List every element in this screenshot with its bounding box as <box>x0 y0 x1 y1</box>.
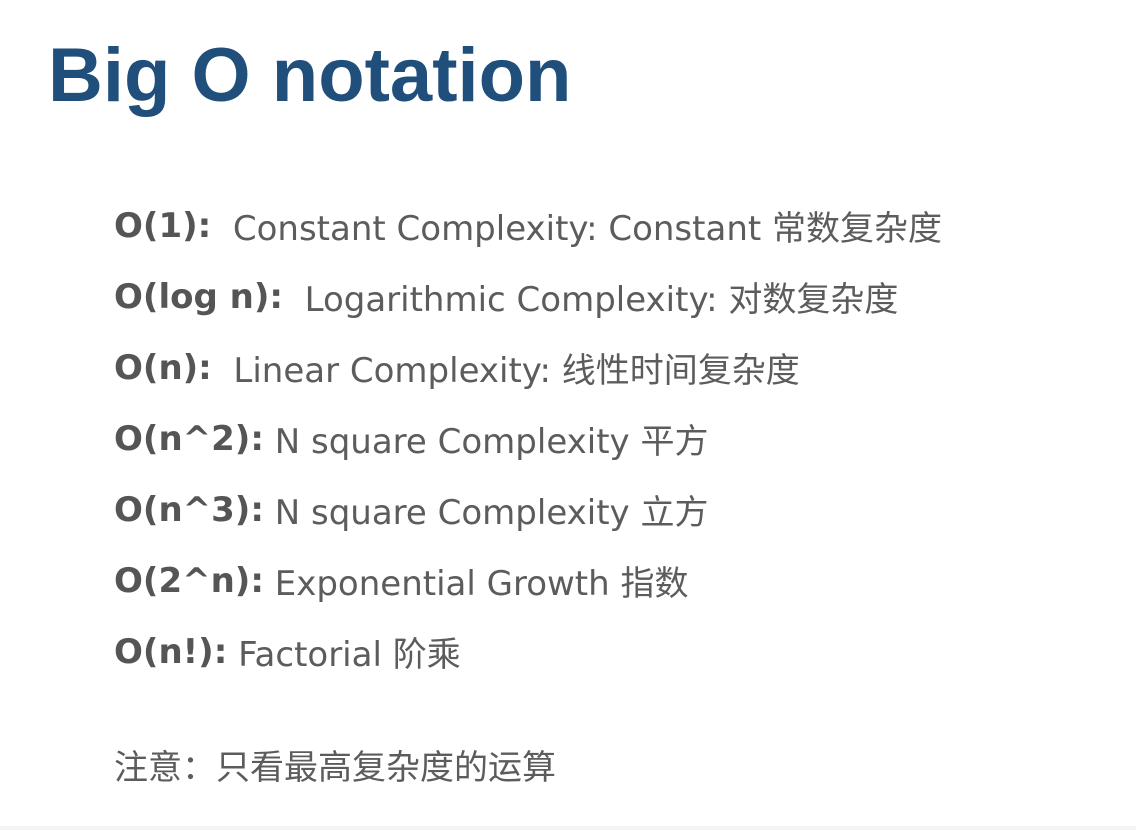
complexity-item-exponential: O(2^n): Exponential Growth 指数 <box>114 545 942 616</box>
complexity-notation: O(log n): <box>114 276 283 317</box>
complexity-description: Constant Complexity: Constant 常数复杂度 <box>211 209 943 249</box>
slide-title: Big O notation <box>48 33 572 118</box>
complexity-notation: O(2^n): <box>114 560 264 601</box>
complexity-item-linear: O(n): Linear Complexity: 线性时间复杂度 <box>114 332 942 403</box>
complexity-notation: O(n): <box>114 347 212 388</box>
complexity-item-square: O(n^2): N square Complexity 平方 <box>114 403 942 474</box>
complexity-description: N square Complexity 平方 <box>263 422 709 462</box>
complexity-description: Linear Complexity: 线性时间复杂度 <box>211 351 800 391</box>
complexity-description: Factorial 阶乘 <box>227 635 461 675</box>
complexity-item-constant: O(1): Constant Complexity: Constant 常数复杂… <box>114 190 942 261</box>
complexity-notation: O(n!): <box>114 631 228 672</box>
complexity-list: O(1): Constant Complexity: Constant 常数复杂… <box>114 190 942 687</box>
bottom-divider <box>0 826 1136 830</box>
complexity-description: N square Complexity 立方 <box>263 493 709 533</box>
complexity-item-cubic: O(n^3): N square Complexity 立方 <box>114 474 942 545</box>
complexity-description: Logarithmic Complexity: 对数复杂度 <box>282 280 899 320</box>
complexity-notation: O(1): <box>114 205 212 246</box>
complexity-description: Exponential Growth 指数 <box>263 564 689 604</box>
slide: Big O notation O(1): Constant Complexity… <box>0 0 1136 830</box>
complexity-item-factorial: O(n!): Factorial 阶乘 <box>114 616 942 687</box>
complexity-item-logarithmic: O(log n): Logarithmic Complexity: 对数复杂度 <box>114 261 942 332</box>
complexity-notation: O(n^3): <box>114 489 264 530</box>
complexity-notation: O(n^2): <box>114 418 264 459</box>
slide-note: 注意：只看最高复杂度的运算 <box>114 748 556 788</box>
